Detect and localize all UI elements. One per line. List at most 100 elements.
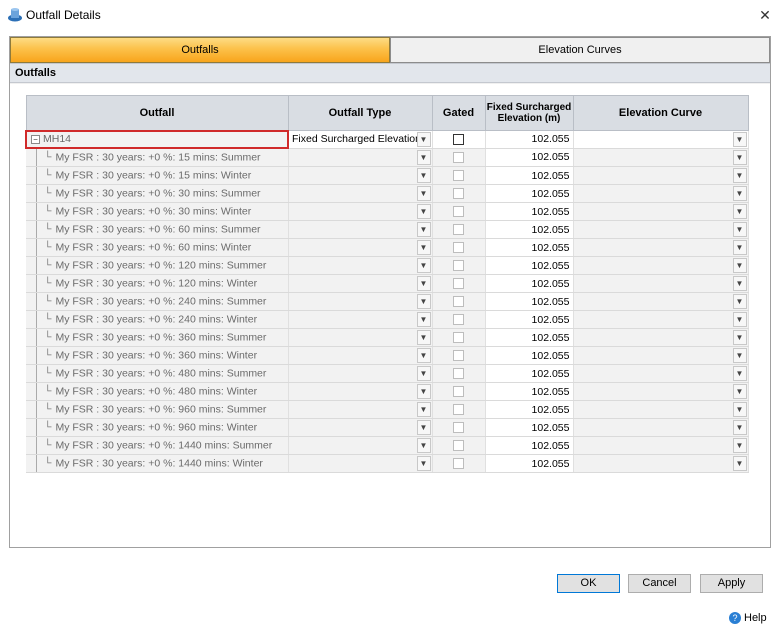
elevation-curve-cell[interactable]: ▼ bbox=[573, 454, 749, 473]
gated-checkbox[interactable] bbox=[453, 224, 464, 236]
gated-cell[interactable] bbox=[432, 274, 486, 293]
gated-cell[interactable] bbox=[432, 292, 486, 311]
outfall-type-cell[interactable]: ▼ bbox=[288, 292, 433, 311]
outfall-name-cell[interactable]: └ My FSR : 30 years: +0 %: 1440 mins: Sum… bbox=[26, 436, 289, 455]
elevation-cell[interactable]: 102.055 bbox=[485, 436, 574, 455]
table-row[interactable]: └ My FSR : 30 years: +0 %: 60 mins: Winte… bbox=[26, 238, 749, 257]
elevation-curve-cell[interactable]: ▼ bbox=[573, 346, 749, 365]
gated-checkbox[interactable] bbox=[453, 278, 464, 290]
gated-checkbox[interactable] bbox=[453, 242, 464, 254]
table-row[interactable]: └ My FSR : 30 years: +0 %: 960 mins: Summ… bbox=[26, 400, 749, 419]
outfall-name-cell[interactable]: └ My FSR : 30 years: +0 %: 240 mins: Wint… bbox=[26, 310, 289, 329]
table-row[interactable]: └ My FSR : 30 years: +0 %: 360 mins: Wint… bbox=[26, 346, 749, 365]
gated-cell[interactable] bbox=[432, 130, 486, 149]
elevation-curve-cell[interactable]: ▼ bbox=[573, 202, 749, 221]
apply-button[interactable]: Apply bbox=[700, 574, 763, 593]
chevron-down-icon[interactable]: ▼ bbox=[416, 258, 431, 273]
gated-cell[interactable] bbox=[432, 328, 486, 347]
chevron-down-icon[interactable]: ▼ bbox=[732, 456, 747, 471]
elevation-cell[interactable]: 102.055 bbox=[485, 400, 574, 419]
chevron-down-icon[interactable]: ▼ bbox=[732, 204, 747, 219]
column-header-fixed-surcharged-elevation[interactable]: Fixed Surcharged Elevation (m) bbox=[484, 95, 574, 131]
chevron-down-icon[interactable]: ▼ bbox=[732, 312, 747, 327]
outfall-type-cell[interactable]: ▼ bbox=[288, 166, 433, 185]
outfall-name-cell[interactable]: └ My FSR : 30 years: +0 %: 120 mins: Summ… bbox=[26, 256, 289, 275]
table-row[interactable]: └ My FSR : 30 years: +0 %: 1440 mins: Win… bbox=[26, 454, 749, 473]
gated-cell[interactable] bbox=[432, 382, 486, 401]
elevation-cell[interactable]: 102.055 bbox=[485, 238, 574, 257]
outfall-name-cell[interactable]: └ My FSR : 30 years: +0 %: 960 mins: Summ… bbox=[26, 400, 289, 419]
close-icon[interactable]: ✕ bbox=[750, 0, 780, 30]
gated-cell[interactable] bbox=[432, 346, 486, 365]
outfall-type-cell[interactable]: ▼ bbox=[288, 256, 433, 275]
column-header-gated[interactable]: Gated bbox=[431, 95, 486, 131]
outfall-name-cell[interactable]: └ My FSR : 30 years: +0 %: 30 mins: Winte… bbox=[26, 202, 289, 221]
outfall-type-cell[interactable]: ▼ bbox=[288, 310, 433, 329]
elevation-cell[interactable]: 102.055 bbox=[485, 166, 574, 185]
elevation-cell[interactable]: 102.055 bbox=[485, 220, 574, 239]
elevation-cell[interactable]: 102.055 bbox=[485, 256, 574, 275]
table-row[interactable]: └ My FSR : 30 years: +0 %: 240 mins: Summ… bbox=[26, 292, 749, 311]
help-link[interactable]: ? Help bbox=[729, 612, 767, 625]
elevation-curve-cell[interactable]: ▼ bbox=[573, 148, 749, 167]
elevation-cell[interactable]: 102.055 bbox=[485, 310, 574, 329]
elevation-curve-cell[interactable]: ▼ bbox=[573, 238, 749, 257]
cancel-button[interactable]: Cancel bbox=[628, 574, 691, 593]
chevron-down-icon[interactable]: ▼ bbox=[416, 240, 431, 255]
outfall-type-cell[interactable]: ▼ bbox=[288, 220, 433, 239]
gated-checkbox[interactable] bbox=[453, 260, 464, 272]
gated-checkbox[interactable] bbox=[453, 188, 464, 200]
chevron-down-icon[interactable]: ▼ bbox=[416, 204, 431, 219]
elevation-cell[interactable]: 102.055 bbox=[485, 418, 574, 437]
gated-checkbox[interactable] bbox=[453, 368, 464, 380]
outfall-name-cell[interactable]: └ My FSR : 30 years: +0 %: 1440 mins: Win… bbox=[26, 454, 289, 473]
elevation-cell[interactable]: 102.055 bbox=[485, 274, 574, 293]
chevron-down-icon[interactable]: ▼ bbox=[416, 312, 431, 327]
outfall-name-cell[interactable]: └ My FSR : 30 years: +0 %: 960 mins: Wint… bbox=[26, 418, 289, 437]
elevation-curve-cell[interactable]: ▼ bbox=[573, 166, 749, 185]
chevron-down-icon[interactable]: ▼ bbox=[416, 348, 431, 363]
chevron-down-icon[interactable]: ▼ bbox=[416, 456, 431, 471]
table-row[interactable]: └ My FSR : 30 years: +0 %: 360 mins: Summ… bbox=[26, 328, 749, 347]
chevron-down-icon[interactable]: ▼ bbox=[416, 186, 431, 201]
chevron-down-icon[interactable]: ▼ bbox=[416, 222, 431, 237]
gated-checkbox[interactable] bbox=[453, 170, 464, 182]
gated-cell[interactable] bbox=[432, 436, 486, 455]
elevation-curve-cell[interactable]: ▼ bbox=[573, 292, 749, 311]
gated-cell[interactable] bbox=[432, 418, 486, 437]
outfall-type-cell[interactable]: ▼ bbox=[288, 274, 433, 293]
gated-cell[interactable] bbox=[432, 166, 486, 185]
outfall-name-cell[interactable]: └ My FSR : 30 years: +0 %: 30 mins: Summe… bbox=[26, 184, 289, 203]
table-row[interactable]: └ My FSR : 30 years: +0 %: 240 mins: Wint… bbox=[26, 310, 749, 329]
elevation-cell[interactable]: 102.055 bbox=[485, 328, 574, 347]
elevation-cell[interactable]: 102.055 bbox=[485, 382, 574, 401]
chevron-down-icon[interactable]: ▼ bbox=[732, 276, 747, 291]
elevation-cell[interactable]: 102.055 bbox=[485, 202, 574, 221]
gated-checkbox[interactable] bbox=[453, 151, 464, 163]
outfall-name-cell[interactable]: └ My FSR : 30 years: +0 %: 360 mins: Wint… bbox=[26, 346, 289, 365]
chevron-down-icon[interactable]: ▼ bbox=[416, 294, 431, 309]
gated-checkbox[interactable] bbox=[453, 404, 464, 416]
outfall-type-cell[interactable]: ▼ bbox=[288, 346, 433, 365]
chevron-down-icon[interactable]: ▼ bbox=[416, 149, 431, 165]
elevation-cell[interactable]: 102.055 bbox=[485, 184, 574, 203]
collapse-icon[interactable]: − bbox=[31, 134, 40, 144]
chevron-down-icon[interactable]: ▼ bbox=[732, 240, 747, 255]
outfall-type-cell[interactable]: ▼ bbox=[288, 148, 433, 167]
outfall-type-cell[interactable]: ▼ bbox=[288, 382, 433, 401]
outfall-type-cell[interactable]: Fixed Surcharged Elevation ▼ bbox=[288, 130, 433, 149]
chevron-down-icon[interactable]: ▼ bbox=[416, 168, 431, 183]
elevation-curve-cell[interactable]: ▼ bbox=[573, 256, 749, 275]
elevation-curve-cell[interactable]: ▼ bbox=[573, 220, 749, 239]
table-row[interactable]: └ My FSR : 30 years: +0 %: 1440 mins: Sum… bbox=[26, 436, 749, 455]
elevation-curve-cell[interactable]: ▼ bbox=[573, 274, 749, 293]
gated-cell[interactable] bbox=[432, 184, 486, 203]
gated-checkbox[interactable] bbox=[453, 386, 464, 398]
tab-elevation-curves[interactable]: Elevation Curves bbox=[390, 37, 770, 63]
gated-cell[interactable] bbox=[432, 256, 486, 275]
elevation-curve-cell[interactable]: ▼ bbox=[573, 310, 749, 329]
outfall-name-cell[interactable]: └ My FSR : 30 years: +0 %: 60 mins: Winte… bbox=[26, 238, 289, 257]
outfall-type-cell[interactable]: ▼ bbox=[288, 202, 433, 221]
gated-checkbox[interactable] bbox=[453, 350, 464, 362]
outfall-name-cell[interactable]: └ My FSR : 30 years: +0 %: 480 mins: Wint… bbox=[26, 382, 289, 401]
